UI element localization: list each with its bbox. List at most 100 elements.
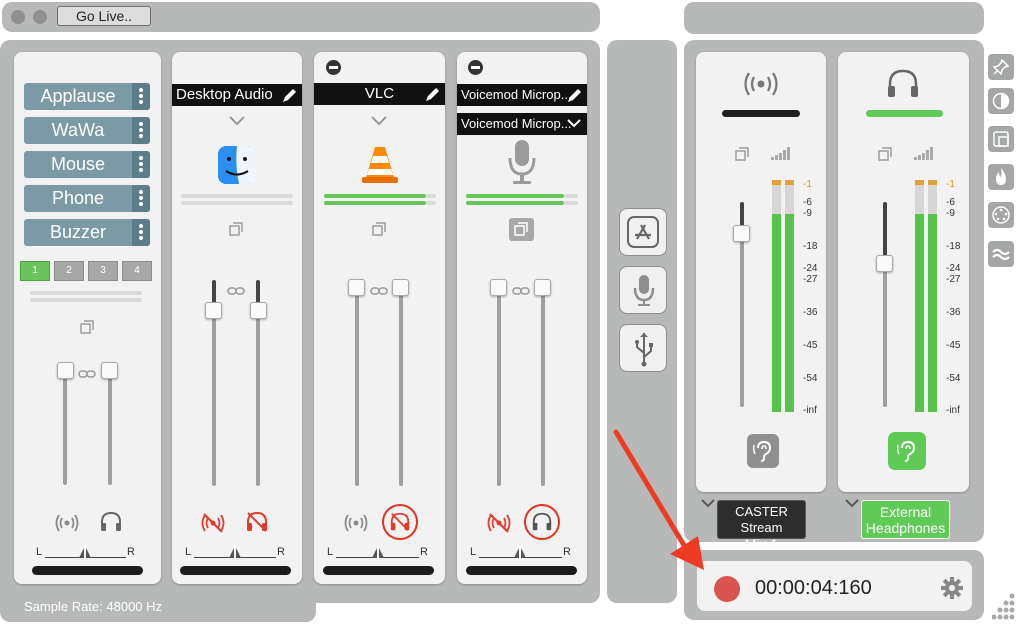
link-icon[interactable]	[512, 286, 530, 296]
fader-knob-l[interactable]	[490, 279, 507, 296]
page-tab-2[interactable]: 2	[54, 261, 84, 281]
chevron-down-icon[interactable]	[228, 115, 246, 127]
fader-track-r[interactable]	[256, 310, 260, 486]
balance-handle-icon[interactable]	[79, 546, 91, 558]
link-icon[interactable]	[227, 286, 245, 296]
edit-pencil-icon[interactable]	[281, 86, 299, 104]
meter-settings-icon[interactable]	[771, 145, 791, 161]
sound-button-mouse[interactable]: Mouse	[24, 151, 150, 178]
resize-grip-icon[interactable]	[992, 590, 1016, 620]
microphone-input-button[interactable]	[619, 266, 667, 314]
chevron-down-icon[interactable]	[844, 498, 860, 510]
balance-right-label: R	[127, 546, 135, 558]
stream-monitor-icon[interactable]	[55, 513, 79, 533]
fader-knob-r[interactable]	[101, 362, 118, 379]
dial-button[interactable]	[988, 202, 1014, 228]
fader-track-r[interactable]	[541, 288, 545, 486]
chevron-down-icon[interactable]	[700, 498, 716, 510]
popout-icon[interactable]	[229, 222, 243, 236]
page-tab-1[interactable]: 1	[20, 261, 50, 281]
output-device-caster[interactable]: CASTER Stream Mix 1	[717, 500, 806, 552]
output-name-line1: External	[879, 504, 932, 520]
chevron-down-icon[interactable]	[566, 116, 582, 130]
more-icon[interactable]	[132, 117, 150, 144]
sound-button-buzzer[interactable]: Buzzer	[24, 219, 150, 246]
go-live-button[interactable]: Go Live..	[57, 6, 151, 26]
balance-bar	[466, 566, 577, 575]
record-button[interactable]	[714, 576, 740, 602]
popout-icon[interactable]	[878, 147, 892, 161]
meter-settings-icon[interactable]	[914, 145, 934, 161]
record-timer: 00:00:04:160	[755, 577, 872, 599]
effects-button[interactable]	[988, 164, 1014, 190]
fader-knob-l[interactable]	[57, 362, 74, 379]
popout-icon[interactable]	[735, 147, 749, 161]
balance-handle-icon[interactable]	[372, 546, 384, 558]
microphone-icon	[508, 140, 536, 184]
more-icon[interactable]	[132, 185, 150, 212]
sound-button-wawa[interactable]: WaWa	[24, 117, 150, 144]
popout-icon[interactable]	[80, 320, 94, 334]
link-icon[interactable]	[370, 286, 388, 296]
page-tab-3[interactable]: 3	[88, 261, 118, 281]
popout-icon[interactable]	[372, 222, 386, 236]
headphones-icon	[888, 69, 918, 97]
headphones-monitor-icon[interactable]	[524, 504, 560, 540]
fader-knob-r[interactable]	[534, 279, 551, 296]
window-close-dot[interactable]	[11, 10, 25, 24]
fader-track-r[interactable]	[399, 288, 403, 486]
fader-track-l[interactable]	[355, 288, 359, 486]
fader-track-r[interactable]	[108, 370, 112, 485]
usb-input-button[interactable]	[619, 324, 667, 372]
more-icon[interactable]	[132, 83, 150, 110]
output-fader-track[interactable]	[740, 232, 744, 407]
output-device-headphones[interactable]: External Headphones	[861, 500, 950, 539]
app-store-button[interactable]	[619, 208, 667, 256]
popout-icon[interactable]	[509, 218, 534, 241]
sound-button-applause[interactable]: Applause	[24, 83, 150, 110]
channel-level-r-rest	[426, 201, 436, 205]
channel-level-l-rest	[564, 194, 578, 198]
stream-monitor-icon[interactable]	[344, 513, 368, 533]
more-icon[interactable]	[132, 219, 150, 246]
stream-monitor-muted-icon[interactable]	[201, 512, 225, 534]
fader-track-l[interactable]	[497, 288, 501, 486]
output-meter-r	[785, 180, 794, 412]
wave-button[interactable]	[988, 241, 1014, 267]
pin-button[interactable]	[988, 54, 1014, 80]
fader-knob-r[interactable]	[250, 302, 267, 319]
listen-button[interactable]	[888, 432, 926, 470]
more-icon[interactable]	[132, 151, 150, 178]
headphones-muted-icon[interactable]	[245, 511, 269, 533]
edit-pencil-icon[interactable]	[566, 86, 584, 104]
stream-monitor-muted-icon[interactable]	[487, 512, 511, 534]
headphones-muted-icon[interactable]	[382, 504, 418, 540]
dial-icon	[992, 206, 1010, 224]
balance-handle-icon[interactable]	[229, 546, 241, 558]
headphones-monitor-icon[interactable]	[99, 511, 123, 533]
contrast-button[interactable]	[988, 88, 1014, 114]
output-fader-track[interactable]	[883, 202, 887, 262]
fader-knob-r[interactable]	[392, 279, 409, 296]
layers-icon	[993, 131, 1009, 147]
output-fader-knob[interactable]	[876, 255, 893, 272]
link-icon[interactable]	[78, 369, 96, 379]
sound-button-phone[interactable]: Phone	[24, 185, 150, 212]
output-fader-knob[interactable]	[733, 225, 750, 242]
fader-knob-l[interactable]	[348, 279, 365, 296]
edit-pencil-icon[interactable]	[424, 85, 442, 103]
layers-button[interactable]	[988, 126, 1014, 152]
listen-button[interactable]	[747, 434, 779, 468]
output-fader-track[interactable]	[883, 262, 887, 407]
remove-channel-icon[interactable]	[468, 60, 483, 75]
chevron-down-icon[interactable]	[370, 115, 388, 127]
gear-icon[interactable]	[940, 576, 964, 600]
fader-track-l[interactable]	[63, 370, 67, 485]
fader-track-l[interactable]	[212, 310, 216, 486]
channel-name-text: Voicemod Microp...	[461, 87, 572, 102]
page-tab-4[interactable]: 4	[122, 261, 152, 281]
fader-knob-l[interactable]	[205, 302, 222, 319]
balance-handle-icon[interactable]	[514, 546, 526, 558]
remove-channel-icon[interactable]	[326, 60, 341, 75]
window-minimize-dot[interactable]	[33, 10, 47, 24]
